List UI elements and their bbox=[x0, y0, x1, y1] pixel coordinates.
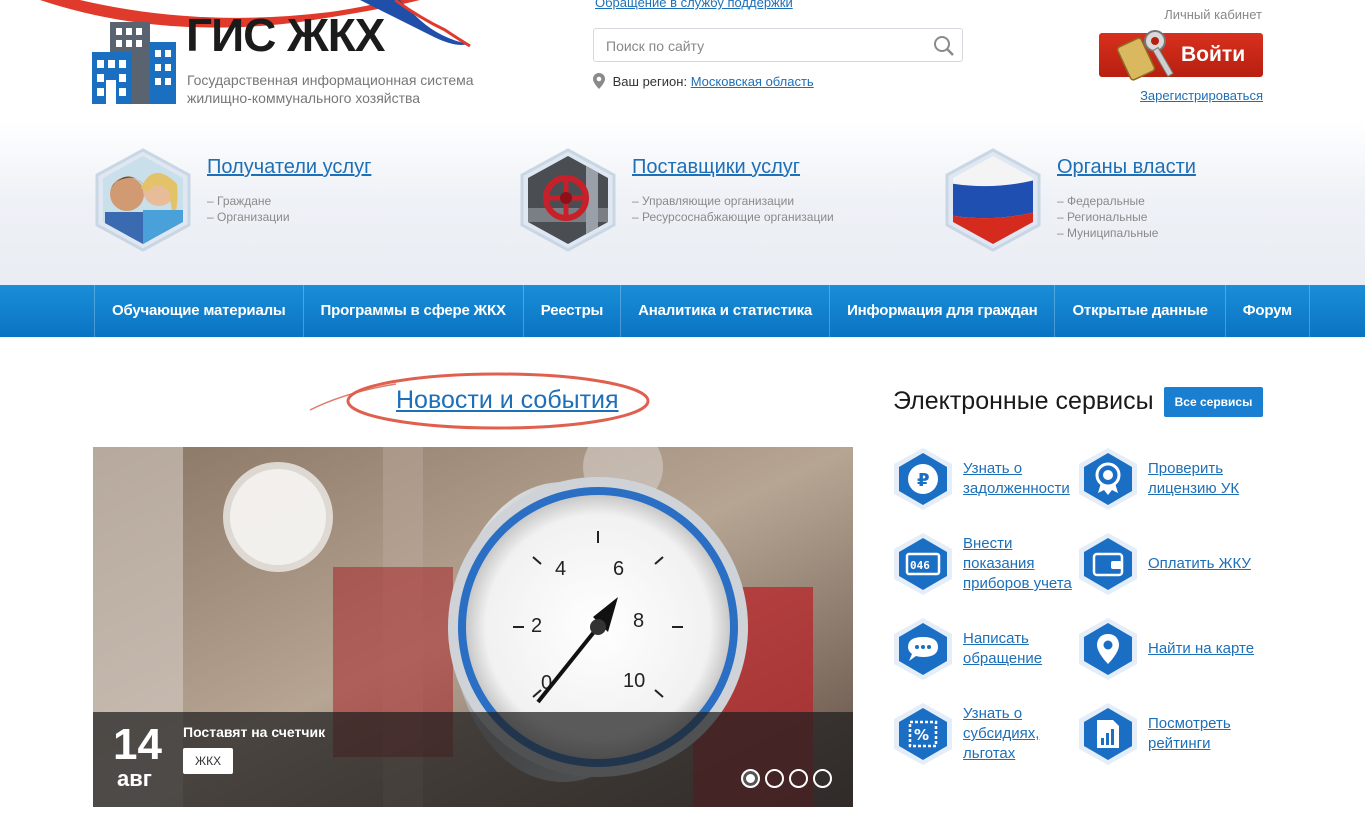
slider-dot-3[interactable] bbox=[789, 769, 808, 788]
support-link[interactable]: Обращение в службу поддержки bbox=[595, 0, 793, 10]
nav-item-registries[interactable]: Реестры bbox=[524, 285, 622, 337]
rating-chart-icon bbox=[1079, 703, 1137, 765]
site-header: ГИС ЖКХ Государственная информационная с… bbox=[0, 0, 1365, 285]
svg-text:6: 6 bbox=[613, 558, 624, 580]
group-list-item[interactable]: – Граждане bbox=[207, 193, 290, 209]
region-link[interactable]: Московская область bbox=[691, 74, 814, 89]
svg-text:8: 8 bbox=[633, 610, 644, 632]
svg-text:%: % bbox=[914, 726, 929, 744]
nav-item-citizens-info[interactable]: Информация для граждан bbox=[830, 285, 1056, 337]
slide-date-day: 14 bbox=[113, 720, 162, 769]
main-navigation: Обучающие материалы Программы в сфере ЖК… bbox=[0, 285, 1365, 337]
register-link[interactable]: Зарегистрироваться bbox=[1140, 88, 1263, 103]
svg-text:10: 10 bbox=[623, 670, 645, 692]
license-badge-icon bbox=[1079, 448, 1137, 510]
group-list-item[interactable]: – Муниципальные bbox=[1057, 225, 1158, 241]
service-label[interactable]: Внести показания приборов учета bbox=[963, 534, 1083, 594]
slide-title[interactable]: Поставят на счетчик bbox=[183, 724, 325, 740]
nav-item-analytics[interactable]: Аналитика и статистика bbox=[621, 285, 831, 337]
group-title[interactable]: Поставщики услуг bbox=[632, 156, 800, 179]
slider-dot-4[interactable] bbox=[813, 769, 832, 788]
group-list: – Федеральные – Региональные – Муниципал… bbox=[1057, 193, 1158, 241]
search-input[interactable] bbox=[606, 36, 926, 56]
search-icon[interactable] bbox=[933, 35, 955, 57]
service-label[interactable]: Проверить лицензию УК bbox=[1148, 459, 1268, 499]
service-label[interactable]: Посмотреть рейтинги bbox=[1148, 714, 1268, 754]
service-label[interactable]: Написать обращение bbox=[963, 629, 1083, 669]
group-list: – Граждане – Организации bbox=[207, 193, 290, 225]
news-heading[interactable]: Новости и события bbox=[396, 386, 619, 415]
svg-text:₽: ₽ bbox=[917, 470, 930, 491]
nav-item-forum[interactable]: Форум bbox=[1226, 285, 1310, 337]
service-label[interactable]: Узнать о субсидиях, льготах bbox=[963, 704, 1083, 764]
login-label: Войти bbox=[1181, 43, 1246, 66]
group-list-item[interactable]: – Управляющие организации bbox=[632, 193, 834, 209]
region-selector: Ваш регион: Московская область bbox=[593, 73, 814, 89]
russian-flag-icon bbox=[945, 148, 1041, 252]
percent-icon: % bbox=[894, 703, 952, 765]
slide-tag[interactable]: ЖКХ bbox=[183, 748, 234, 774]
login-button[interactable]: Войти bbox=[1099, 30, 1263, 81]
slider-dot-1[interactable] bbox=[741, 769, 760, 788]
keys-icon bbox=[1117, 30, 1174, 81]
recipients-photo-icon bbox=[95, 148, 191, 252]
group-title[interactable]: Органы власти bbox=[1057, 156, 1196, 179]
region-label: Ваш регион: bbox=[612, 74, 688, 89]
nav-item-programs[interactable]: Программы в сфере ЖКХ bbox=[304, 285, 524, 337]
nav-item-learning[interactable]: Обучающие материалы bbox=[94, 285, 304, 337]
meter-icon: 046 bbox=[894, 533, 952, 595]
service-label[interactable]: Оплатить ЖКУ bbox=[1148, 554, 1268, 574]
svg-text:4: 4 bbox=[555, 558, 566, 580]
cabinet-label: Личный кабинет bbox=[1164, 7, 1262, 22]
slider-pagination bbox=[741, 769, 832, 788]
slide-caption: 14 авг Поставят на счетчик ЖКХ bbox=[93, 712, 853, 807]
slide-date-month: авг bbox=[117, 766, 152, 791]
service-label[interactable]: Узнать о задолженности bbox=[963, 459, 1083, 499]
group-list-item[interactable]: – Федеральные bbox=[1057, 193, 1158, 209]
nav-item-open-data[interactable]: Открытые данные bbox=[1055, 285, 1226, 337]
logo-building-icon bbox=[92, 22, 176, 104]
search-box bbox=[593, 28, 963, 62]
location-pin-icon bbox=[593, 73, 605, 89]
group-list-item[interactable]: – Ресурсоснабжающие организации bbox=[632, 209, 834, 225]
slider-dot-2[interactable] bbox=[765, 769, 784, 788]
ruble-icon: ₽ bbox=[894, 448, 952, 510]
services-title: Электронные сервисы bbox=[893, 387, 1154, 415]
svg-text:2: 2 bbox=[531, 615, 542, 637]
map-pin-icon bbox=[1079, 618, 1137, 680]
logo-title[interactable]: ГИС ЖКХ bbox=[186, 8, 385, 62]
chat-icon bbox=[894, 618, 952, 680]
all-services-button[interactable]: Все сервисы bbox=[1164, 387, 1263, 417]
wallet-icon bbox=[1079, 533, 1137, 595]
group-list-item[interactable]: – Региональные bbox=[1057, 209, 1158, 225]
group-list: – Управляющие организации – Ресурсоснабж… bbox=[632, 193, 834, 225]
providers-valve-icon bbox=[520, 148, 616, 252]
news-slider[interactable]: 024 6 8 10 14 авг Поставят на счетчик ЖКХ bbox=[93, 447, 853, 807]
group-list-item[interactable]: – Организации bbox=[207, 209, 290, 225]
logo-subtitle: Государственная информационная система ж… bbox=[187, 72, 474, 106]
service-label[interactable]: Найти на карте bbox=[1148, 639, 1268, 659]
group-title[interactable]: Получатели услуг bbox=[207, 156, 371, 179]
svg-text:046: 046 bbox=[910, 559, 930, 572]
